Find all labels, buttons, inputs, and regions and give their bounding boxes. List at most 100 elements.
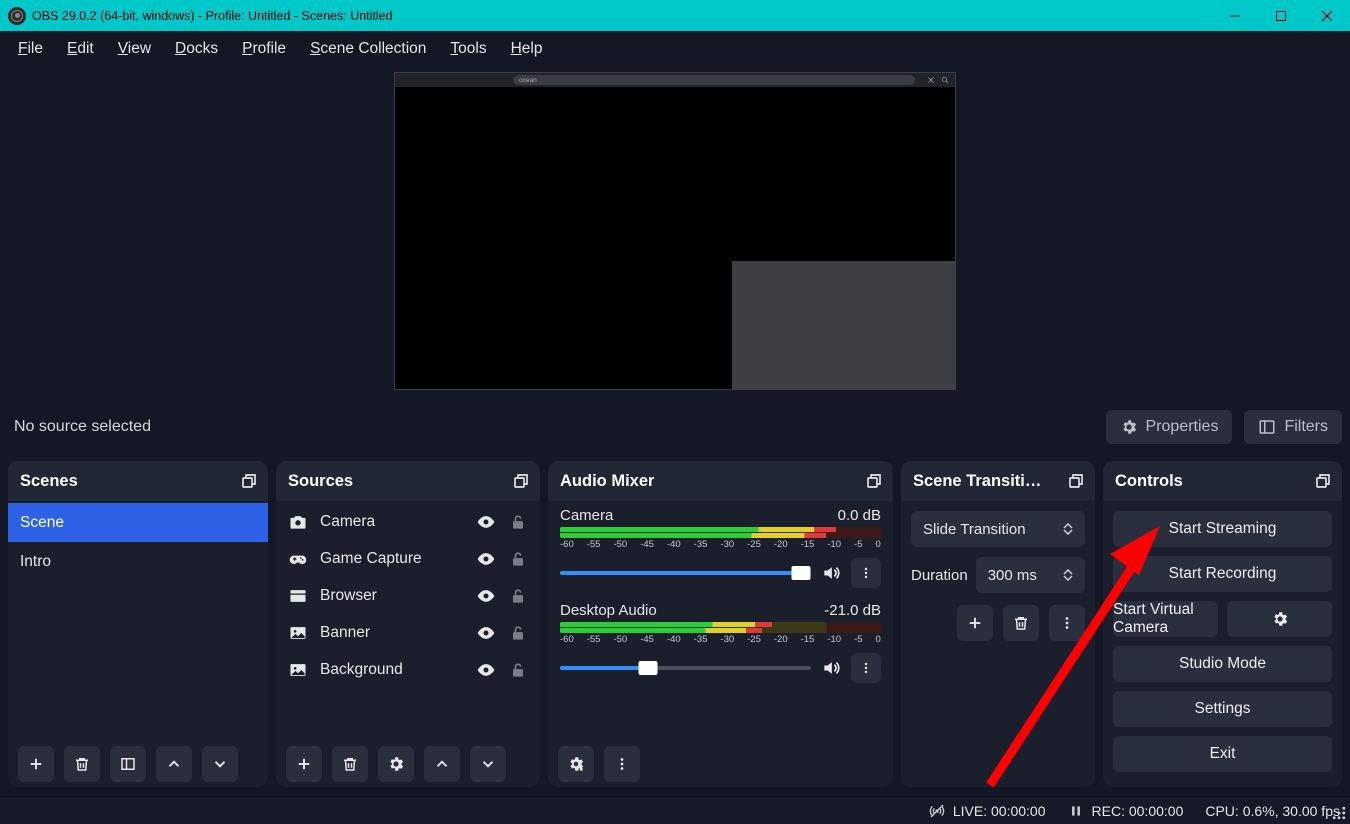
popout-icon[interactable] (1314, 472, 1332, 490)
source-label: Banner (320, 624, 464, 642)
channel-menu-button[interactable] (851, 558, 881, 588)
updown-icon (1057, 523, 1079, 535)
mixer-title: Audio Mixer (560, 472, 654, 491)
source-properties-button[interactable] (378, 746, 414, 782)
close-button[interactable] (1304, 0, 1350, 31)
statusbar: LIVE: 00:00:00 REC: 00:00:00 CPU: 0.6%, … (0, 796, 1350, 824)
source-label: Background (320, 661, 464, 679)
duration-input[interactable]: 300 ms (976, 557, 1085, 593)
scene-item[interactable]: Scene (8, 503, 268, 542)
popout-icon[interactable] (1067, 472, 1085, 490)
maximize-button[interactable] (1258, 0, 1304, 31)
gear-icon (1120, 418, 1138, 436)
source-item[interactable]: Game Capture (276, 540, 540, 577)
menu-docks[interactable]: Docks (163, 34, 230, 64)
preview-address-text: ocean (519, 77, 537, 84)
scene-filter-button[interactable] (110, 746, 146, 782)
obs-logo-icon (8, 7, 26, 25)
source-label: Game Capture (320, 550, 464, 568)
audio-mixer-dock: Audio Mixer Camera0.0 dB -60-55-50-45-40… (548, 461, 893, 787)
add-scene-button[interactable] (18, 746, 54, 782)
source-item[interactable]: Camera (276, 503, 540, 540)
filters-icon (1258, 418, 1276, 436)
window-title: OBS 29.0.2 (64-bit, windows) - Profile: … (32, 9, 393, 23)
image-icon (288, 623, 308, 643)
add-source-button[interactable] (286, 746, 322, 782)
gear-icon (1271, 610, 1289, 628)
mixer-advanced-button[interactable] (558, 746, 594, 782)
speaker-icon[interactable] (821, 658, 841, 678)
settings-button[interactable]: Settings (1113, 691, 1332, 727)
duration-label: Duration (911, 567, 968, 584)
source-item[interactable]: Browser (276, 577, 540, 614)
volume-slider[interactable] (560, 666, 811, 670)
lock-toggle[interactable] (508, 512, 528, 532)
menu-file[interactable]: File (6, 34, 55, 64)
scenes-title: Scenes (20, 472, 78, 491)
studio-mode-button[interactable]: Studio Mode (1113, 646, 1332, 682)
scene-down-button[interactable] (202, 746, 238, 782)
source-item[interactable]: Banner (276, 614, 540, 651)
lock-toggle[interactable] (508, 586, 528, 606)
preview-canvas[interactable]: ocean (394, 72, 956, 390)
audio-meter (560, 527, 881, 538)
scene-item[interactable]: Intro (8, 542, 268, 581)
menu-view[interactable]: View (106, 34, 163, 64)
visibility-toggle[interactable] (476, 549, 496, 569)
filters-button[interactable]: Filters (1244, 410, 1342, 444)
start-streaming-button[interactable]: Start Streaming (1113, 511, 1332, 547)
visibility-toggle[interactable] (476, 660, 496, 680)
scene-up-button[interactable] (156, 746, 192, 782)
transition-menu-button[interactable] (1049, 605, 1085, 641)
menu-profile[interactable]: Profile (230, 34, 298, 64)
transitions-title: Scene Transiti… (913, 472, 1041, 491)
source-item[interactable]: Background (276, 651, 540, 688)
meter-scale: -60-55-50-45-40-35-30-25-20-15-10-50 (560, 538, 881, 550)
broadcast-icon (929, 803, 945, 819)
menu-scene-collection[interactable]: Scene Collection (298, 34, 438, 64)
remove-transition-button[interactable] (1003, 605, 1039, 641)
preview-pip (732, 261, 955, 389)
remove-scene-button[interactable] (64, 746, 100, 782)
menu-edit[interactable]: Edit (55, 34, 106, 64)
source-down-button[interactable] (470, 746, 506, 782)
sources-title: Sources (288, 472, 353, 491)
source-up-button[interactable] (424, 746, 460, 782)
properties-button[interactable]: Properties (1106, 410, 1233, 444)
visibility-toggle[interactable] (476, 512, 496, 532)
start-recording-button[interactable]: Start Recording (1113, 556, 1332, 592)
popout-icon[interactable] (865, 472, 883, 490)
transition-select[interactable]: Slide Transition (911, 511, 1085, 547)
source-label: Camera (320, 513, 464, 531)
virtual-camera-settings-button[interactable] (1227, 601, 1332, 637)
no-source-label: No source selected (14, 418, 151, 436)
resize-grip-icon[interactable] (1331, 805, 1347, 821)
visibility-toggle[interactable] (476, 586, 496, 606)
preview-close-icon (927, 76, 935, 84)
preview-area: ocean (0, 67, 1350, 399)
sources-dock: Sources Camera Game Capture Browser Bann… (276, 461, 540, 787)
mixer-menu-button[interactable] (604, 746, 640, 782)
lock-toggle[interactable] (508, 549, 528, 569)
channel-menu-button[interactable] (851, 653, 881, 683)
source-label: Browser (320, 587, 464, 605)
start-virtual-camera-button[interactable]: Start Virtual Camera (1113, 601, 1218, 637)
popout-icon[interactable] (240, 472, 258, 490)
speaker-icon[interactable] (821, 563, 841, 583)
controls-title: Controls (1115, 472, 1183, 491)
exit-button[interactable]: Exit (1113, 736, 1332, 772)
popout-icon[interactable] (512, 472, 530, 490)
minimize-button[interactable] (1212, 0, 1258, 31)
menu-tools[interactable]: Tools (438, 34, 498, 64)
titlebar: OBS 29.0.2 (64-bit, windows) - Profile: … (0, 0, 1350, 31)
mixer-channel: Desktop Audio-21.0 dB -60-55-50-45-40-35… (548, 598, 893, 693)
volume-slider[interactable] (560, 571, 811, 575)
updown-icon (1057, 569, 1079, 581)
pause-icon (1068, 803, 1084, 819)
lock-toggle[interactable] (508, 660, 528, 680)
remove-source-button[interactable] (332, 746, 368, 782)
add-transition-button[interactable] (957, 605, 993, 641)
menu-help[interactable]: Help (499, 34, 555, 64)
visibility-toggle[interactable] (476, 623, 496, 643)
lock-toggle[interactable] (508, 623, 528, 643)
